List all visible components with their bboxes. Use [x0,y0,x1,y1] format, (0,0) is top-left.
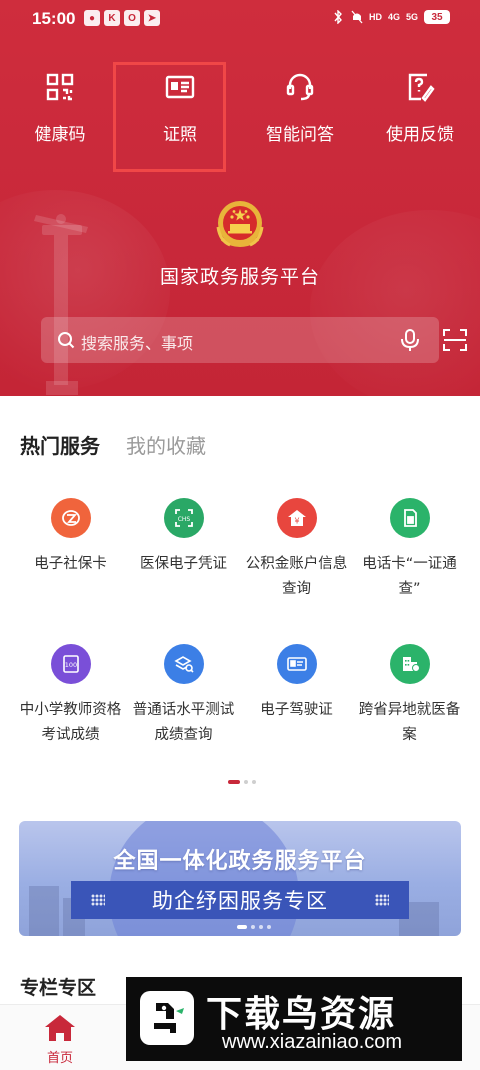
service-label: 医保电子凭证 [140,556,227,572]
status-bar: 15:00 ● K O ➤ HD 4G 5G 35 [0,0,480,40]
section-title: 专栏专区 [20,977,97,999]
driver-license-icon [276,644,317,684]
service-label: 普通话水平测试成绩查询 [132,702,235,743]
map-app-icon: ➤ [144,10,160,26]
service-item-mandarin-test[interactable]: 普通话水平测试成绩查询 [127,644,240,782]
battery-icon: 35 [424,10,450,24]
banner-title: 全国一体化政务服务平台 [113,849,367,874]
service-item-driver-license[interactable]: 电子驾驶证 [240,644,353,782]
banner-dot [259,925,263,929]
nav-home[interactable]: 首页 [30,1013,90,1066]
promo-banner[interactable]: 全国一体化政务服务平台 助企纾困服务专区 [19,821,461,936]
housing-fund-icon: ¥ [276,498,317,538]
watermark-overlay: 下载鸟资源 www.xiazainiao.com [126,977,462,1061]
mandarin-test-icon [163,644,204,684]
signal-5g-indicator: 5G [405,12,418,22]
service-item-medical-insurance[interactable]: CHS 医保电子凭证 [127,498,240,636]
robot-app-icon: ● [84,10,100,26]
bird-logo-icon [140,991,194,1045]
quick-actions: 健康码 证照 智能问答 使用反馈 [0,72,480,152]
platform-title: 国家政务服务平台 [159,266,320,288]
banner-dot [267,925,271,929]
svg-text:CHS: CHS [177,516,190,523]
svg-text:100: 100 [64,661,76,669]
qr-code-icon [46,73,74,101]
search-placeholder: 搜索服务、事项 [81,334,194,353]
medical-insurance-icon: CHS [163,498,204,538]
service-label: 电子社保卡 [34,556,107,572]
microphone-icon[interactable] [399,328,421,352]
status-time: 15:00 [32,9,76,28]
service-item-sim-card-check[interactable]: 电话卡“一证通查” [353,498,466,636]
service-grid-row: 100 中小学教师资格考试成绩 普通话水平测试成绩查询 电子驾驶证 跨省异地就医… [14,644,466,782]
quick-action-health-code[interactable]: 健康码 [0,72,120,152]
service-label: 电话卡“一证通查” [362,556,457,597]
banner-dot [251,925,255,929]
service-pager [228,780,256,784]
weibo-app-icon: O [124,10,140,26]
mute-icon [351,10,363,24]
service-item-cross-province-medical[interactable]: 跨省异地就医备案 [353,644,466,782]
headset-icon [286,73,314,101]
service-item-housing-fund[interactable]: ¥ 公积金账户信息查询 [240,498,353,636]
service-label: 公积金账户信息查询 [245,556,348,597]
signal-4g-indicator: 4G [387,12,400,22]
status-app-icons: ● K O ➤ [84,10,160,26]
background-decoration [310,210,480,396]
service-label: 中小学教师资格考试成绩 [19,702,122,743]
service-grid: 电子社保卡 CHS 医保电子凭证 ¥ 公积金账户信息查询 电话卡“一证通查” 1… [14,498,466,782]
social-security-icon [50,498,91,538]
watermark-url: www.xiazainiao.com [222,1031,403,1053]
service-tabs: 热门服务 我的收藏 [20,430,206,459]
tab-hot-services[interactable]: 热门服务 [20,430,100,459]
hd-indicator: HD [368,12,382,22]
quick-action-label: 智能问答 [266,125,334,145]
banner-dot-active [237,925,247,929]
banner-dot-decoration [91,894,105,906]
service-label: 跨省异地就医备案 [358,702,461,743]
svg-text:¥: ¥ [294,517,299,526]
cross-province-medical-icon [389,644,430,684]
banner-subtitle: 助企纾困服务专区 [152,889,328,913]
service-item-teacher-exam[interactable]: 100 中小学教师资格考试成绩 [14,644,127,782]
hero-header: 15:00 ● K O ➤ HD 4G 5G 35 健康码 证照 智能问答 使用… [0,0,480,396]
banner-dot-decoration [375,894,389,906]
service-grid-row: 电子社保卡 CHS 医保电子凭证 ¥ 公积金账户信息查询 电话卡“一证通查” [14,498,466,636]
search-icon [58,332,75,349]
quick-action-label: 使用反馈 [386,125,454,145]
pager-dot [244,780,248,784]
service-item-social-security-card[interactable]: 电子社保卡 [14,498,127,636]
banner-subtitle-plate: 助企纾困服务专区 [71,881,409,919]
status-indicators: HD 4G 5G 35 [333,10,450,24]
teacher-exam-icon: 100 [50,644,91,684]
huabiao-pillar-decoration [34,214,88,395]
quick-action-feedback[interactable]: 使用反馈 [360,72,480,152]
watermark-title: 下载鸟资源 [206,994,397,1035]
quick-action-label: 健康码 [34,125,86,145]
k-app-icon: K [104,10,120,26]
home-icon [45,1015,75,1041]
scan-icon[interactable] [443,329,467,351]
bluetooth-icon [333,10,345,24]
nav-home-label: 首页 [46,1051,73,1066]
pager-dot [252,780,256,784]
search-bar[interactable]: 搜索服务、事项 [41,317,467,363]
service-label: 电子驾驶证 [260,702,333,718]
banner-decoration [29,886,59,936]
tab-my-favorites[interactable]: 我的收藏 [126,430,206,459]
banner-pager [237,925,271,929]
highlight-annotation-box [113,62,226,172]
national-emblem-icon [216,201,264,247]
feedback-icon [408,73,435,102]
sim-card-icon [389,498,430,538]
quick-action-smart-qa[interactable]: 智能问答 [240,72,360,152]
pager-dot-active [228,780,240,784]
